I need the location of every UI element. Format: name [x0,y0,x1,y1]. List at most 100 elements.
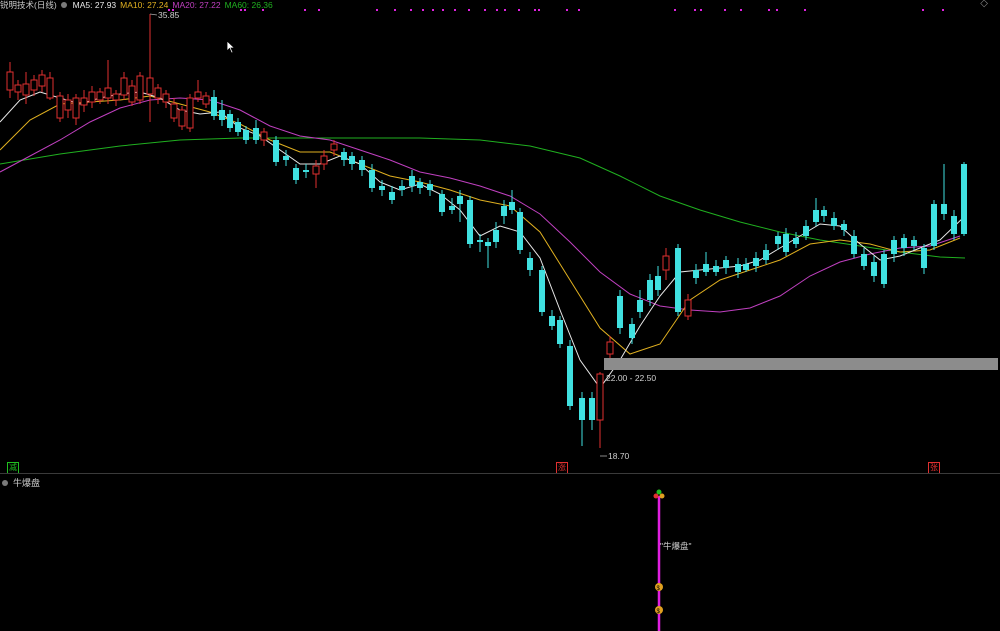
candle-body[interactable] [831,218,837,226]
candle-body[interactable] [14,84,22,93]
candlestick-chart[interactable]: 22.00 - 22.50 35.85 18.70 [0,0,1000,473]
candle-body[interactable] [235,122,241,132]
candle-body[interactable] [477,240,483,242]
candle-body[interactable] [501,206,507,216]
candle-body[interactable] [162,93,170,103]
candle-body[interactable] [891,240,897,254]
candle-body[interactable] [723,260,729,268]
candle-body[interactable] [154,87,162,99]
candle-body[interactable] [881,254,887,284]
candle-body[interactable] [637,300,643,312]
candle-body[interactable] [72,97,80,119]
candle-body[interactable] [80,97,88,106]
candle-body[interactable] [369,170,375,188]
candle-body[interactable] [219,110,225,120]
candle-body[interactable] [539,270,545,312]
diamond-icon[interactable]: ◇ [980,0,988,9]
candle-body[interactable] [596,373,604,421]
candle-body[interactable] [273,140,279,162]
candle-body[interactable] [320,155,328,165]
candle-body[interactable] [56,95,64,119]
candle-body[interactable] [283,156,289,160]
candle-body[interactable] [303,170,309,172]
candle-body[interactable] [509,202,515,210]
candle-body[interactable] [359,160,365,170]
candle-body[interactable] [136,75,144,101]
candle-body[interactable] [783,234,789,252]
candle-body[interactable] [409,176,415,186]
candle-body[interactable] [128,85,136,103]
candle-body[interactable] [64,99,72,111]
candle-body[interactable] [743,264,749,270]
candle-body[interactable] [579,398,585,420]
candle-body[interactable] [713,266,719,272]
candle-body[interactable] [821,210,827,216]
candle-body[interactable] [851,236,857,254]
candle-body[interactable] [170,103,178,119]
candle-body[interactable] [693,270,699,278]
candle-body[interactable] [379,186,385,190]
candle-body[interactable] [517,212,523,250]
candle-body[interactable] [527,258,533,270]
candle-body[interactable] [941,204,947,214]
candle-body[interactable] [202,95,210,105]
candle-body[interactable] [557,320,563,344]
candle-body[interactable] [703,264,709,272]
candle-body[interactable] [389,192,395,200]
candle-body[interactable] [112,93,120,101]
candle-body[interactable] [211,97,217,116]
candle-body[interactable] [861,254,867,266]
candle-body[interactable] [330,143,338,151]
candle-body[interactable] [46,77,54,99]
candle-body[interactable] [439,194,445,212]
candle-body[interactable] [684,299,692,317]
candle-body[interactable] [617,296,623,328]
candle-body[interactable] [775,236,781,244]
candle-body[interactable] [22,83,30,96]
candle-body[interactable] [227,114,233,128]
candle-body[interactable] [146,77,154,95]
candle-body[interactable] [485,242,491,246]
candle-body[interactable] [921,248,927,268]
candle-body[interactable] [589,398,595,420]
candle-body[interactable] [178,109,186,127]
candle-body[interactable] [606,341,614,355]
candle-body[interactable] [735,264,741,272]
candle-body[interactable] [96,91,104,101]
candle-body[interactable] [260,131,268,141]
candle-body[interactable] [457,196,463,204]
candle-body[interactable] [349,156,355,164]
candle-body[interactable] [417,182,423,188]
candle-body[interactable] [88,91,96,103]
candle-body[interactable] [399,186,405,190]
candle-body[interactable] [647,280,653,300]
candle-body[interactable] [813,210,819,222]
candle-body[interactable] [120,77,128,96]
candle-body[interactable] [803,226,809,236]
candle-body[interactable] [675,248,681,312]
candle-body[interactable] [931,204,937,246]
candle-body[interactable] [427,184,433,190]
circle-icon[interactable] [60,1,67,8]
candle-body[interactable] [38,74,46,87]
candle-body[interactable] [30,79,38,91]
candle-body[interactable] [871,262,877,276]
candle-body[interactable] [567,346,573,406]
candle-body[interactable] [901,238,907,248]
candle-body[interactable] [467,200,473,244]
candle-body[interactable] [961,164,967,234]
candle-body[interactable] [194,91,202,99]
candle-body[interactable] [186,97,194,129]
candle-body[interactable] [549,316,555,326]
candle-body[interactable] [763,250,769,260]
candle-body[interactable] [449,206,455,210]
candle-body[interactable] [753,258,759,266]
candle-body[interactable] [293,168,299,180]
candle-body[interactable] [655,276,661,290]
candle-body[interactable] [493,230,499,242]
candle-body[interactable] [629,324,635,338]
candle-body[interactable] [662,255,670,271]
candle-body[interactable] [793,238,799,244]
candle-body[interactable] [243,130,249,140]
candle-body[interactable] [104,87,112,99]
